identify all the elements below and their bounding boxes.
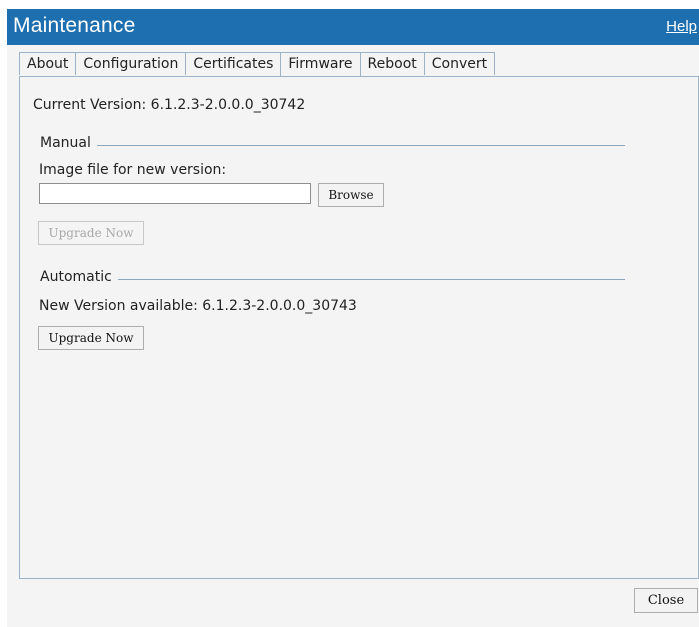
tab-about[interactable]: About: [19, 52, 77, 75]
help-link[interactable]: Help: [666, 18, 697, 35]
browse-button[interactable]: Browse: [318, 183, 384, 207]
close-button[interactable]: Close: [634, 588, 698, 613]
tab-convert[interactable]: Convert: [423, 52, 496, 75]
manual-legend: Manual: [40, 135, 97, 151]
image-file-label: Image file for new version:: [39, 162, 227, 178]
automatic-section-header: Automatic: [40, 269, 625, 289]
automatic-legend: Automatic: [40, 269, 118, 285]
top-strip: [0, 0, 699, 9]
window-title: Maintenance: [13, 14, 136, 37]
automatic-divider: [40, 279, 625, 280]
current-version: Current Version: 6.1.2.3-2.0.0.0_30742: [33, 97, 306, 113]
tab-certificates[interactable]: Certificates: [185, 52, 282, 75]
tab-reboot[interactable]: Reboot: [359, 52, 425, 75]
title-bar: Maintenance Help: [7, 9, 699, 45]
tab-configuration[interactable]: Configuration: [75, 52, 187, 75]
maintenance-dialog: About Configuration Certificates Firmwar…: [7, 45, 699, 627]
new-version-text: New Version available: 6.1.2.3-2.0.0.0_3…: [39, 298, 357, 314]
manual-divider: [40, 145, 625, 146]
manual-upgrade-now-button[interactable]: Upgrade Now: [38, 221, 144, 245]
manual-section-header: Manual: [40, 135, 625, 155]
image-file-input[interactable]: [39, 183, 311, 204]
tab-firmware[interactable]: Firmware: [280, 52, 361, 76]
automatic-upgrade-now-button[interactable]: Upgrade Now: [38, 326, 144, 350]
firmware-panel: Current Version: 6.1.2.3-2.0.0.0_30742 M…: [19, 76, 699, 579]
tab-bar: About Configuration Certificates Firmwar…: [19, 52, 496, 76]
